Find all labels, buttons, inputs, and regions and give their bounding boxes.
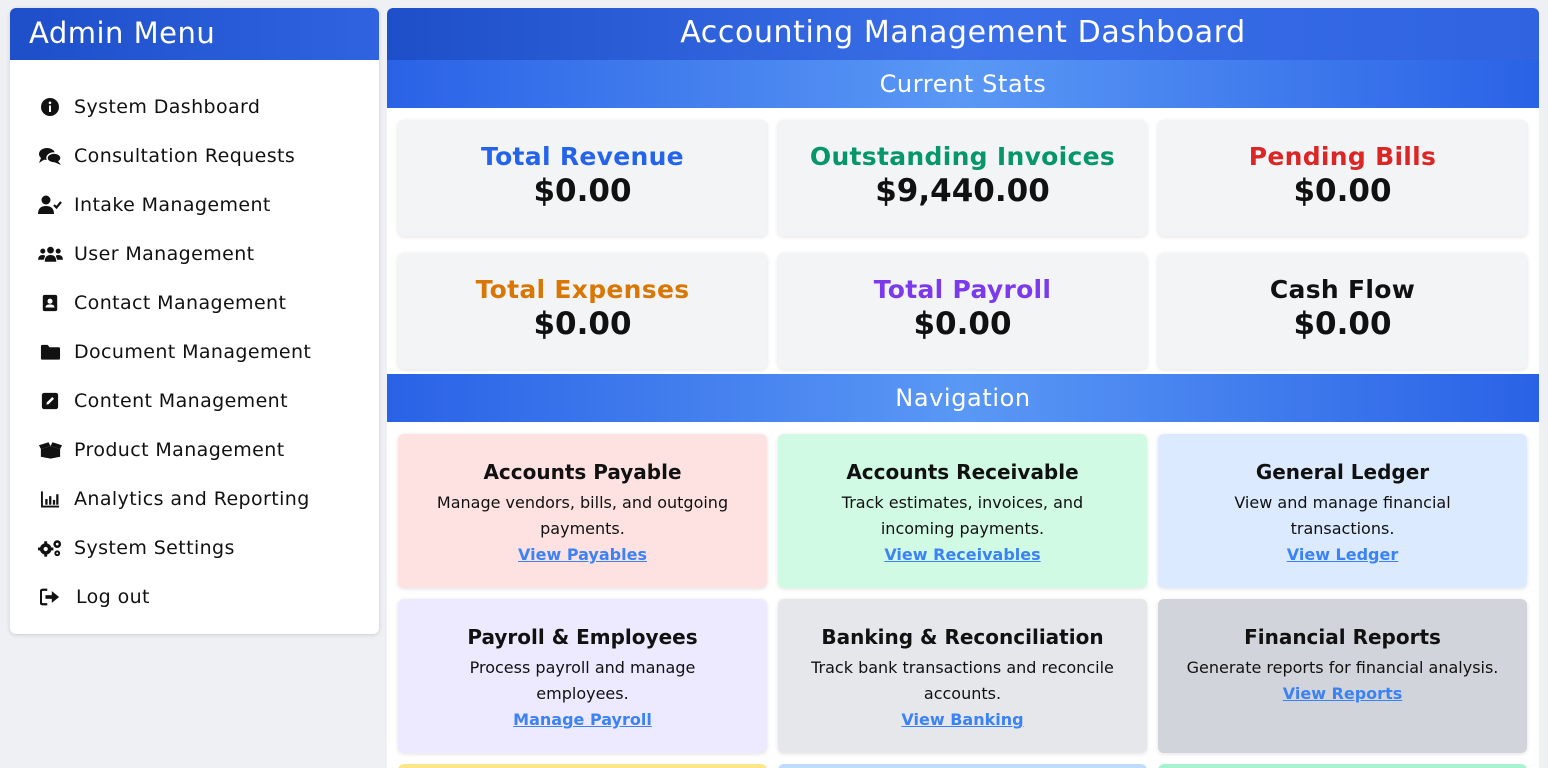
stat-card-pending-bills: Pending Bills $0.00: [1158, 120, 1527, 236]
partial-nav-card: [778, 764, 1147, 768]
sidebar-item-label: System Settings: [74, 536, 235, 559]
view-receivables-link[interactable]: View Receivables: [884, 542, 1040, 568]
view-ledger-link[interactable]: View Ledger: [1287, 542, 1398, 568]
stat-title: Total Payroll: [873, 275, 1052, 304]
info-circle-icon: [36, 96, 64, 118]
sidebar-item-label: Document Management: [74, 340, 312, 363]
sidebar-item-contact-management[interactable]: Contact Management: [10, 278, 379, 327]
nav-card-financial-reports: Financial Reports Generate reports for f…: [1158, 599, 1527, 753]
view-reports-link[interactable]: View Reports: [1283, 681, 1402, 707]
sidebar-item-label: Product Management: [74, 438, 285, 461]
partial-nav-card: [1158, 764, 1527, 768]
nav-card-title: Accounts Payable: [483, 460, 682, 484]
cogs-icon: [36, 537, 64, 559]
sidebar-item-label: System Dashboard: [74, 95, 261, 118]
user-check-icon: [36, 194, 64, 216]
navigation-grid: Accounts Payable Manage vendors, bills, …: [387, 422, 1539, 753]
nav-card-title: Financial Reports: [1244, 625, 1441, 649]
nav-card-description: Track bank transactions and reconcile ac…: [811, 658, 1114, 703]
nav-card-description: Generate reports for financial analysis.: [1186, 658, 1499, 677]
stat-value: $0.00: [913, 306, 1012, 342]
box-open-icon: [36, 439, 64, 461]
nav-card-description: Manage vendors, bills, and outgoing paym…: [436, 493, 729, 538]
sidebar-item-intake-management[interactable]: Intake Management: [10, 180, 379, 229]
nav-card-banking-reconciliation: Banking & Reconciliation Track bank tran…: [778, 599, 1147, 753]
stat-title: Total Expenses: [475, 275, 690, 304]
partial-nav-row: [387, 764, 1539, 768]
sidebar-item-analytics-and-reporting[interactable]: Analytics and Reporting: [10, 474, 379, 523]
sidebar-item-product-management[interactable]: Product Management: [10, 425, 379, 474]
stat-value: $0.00: [533, 173, 632, 209]
stat-card-cash-flow: Cash Flow $0.00: [1158, 253, 1527, 369]
sidebar-item-user-management[interactable]: User Management: [10, 229, 379, 278]
sidebar-item-label: User Management: [74, 242, 255, 265]
stat-card-total-revenue: Total Revenue $0.00: [398, 120, 767, 236]
nav-card-title: Payroll & Employees: [467, 625, 698, 649]
stat-title: Cash Flow: [1269, 275, 1416, 304]
address-book-icon: [36, 292, 64, 314]
stat-title: Total Revenue: [481, 142, 684, 171]
stat-value: $0.00: [533, 306, 632, 342]
nav-card-general-ledger: General Ledger View and manage financial…: [1158, 434, 1527, 588]
admin-sidebar: Admin Menu System Dashboard Consultation…: [10, 8, 379, 634]
manage-payroll-link[interactable]: Manage Payroll: [513, 707, 652, 733]
nav-card-description: Track estimates, invoices, and incoming …: [841, 493, 1084, 538]
view-banking-link[interactable]: View Banking: [901, 707, 1023, 733]
nav-card-title: General Ledger: [1255, 460, 1430, 484]
sidebar-item-content-management[interactable]: Content Management: [10, 376, 379, 425]
stat-value: $0.00: [1293, 173, 1392, 209]
sidebar-item-label: Consultation Requests: [74, 144, 296, 167]
stat-card-total-payroll: Total Payroll $0.00: [778, 253, 1147, 369]
sidebar-title: Admin Menu: [10, 8, 379, 60]
sidebar-item-label: Log out: [76, 585, 150, 608]
sidebar-item-label: Analytics and Reporting: [74, 487, 310, 510]
edit-icon: [36, 390, 64, 412]
sidebar-menu: System Dashboard Consultation Requests I…: [10, 60, 379, 621]
stat-card-total-expenses: Total Expenses $0.00: [398, 253, 767, 369]
page-title: Accounting Management Dashboard: [387, 8, 1539, 60]
sidebar-item-label: Contact Management: [74, 291, 287, 314]
stat-card-outstanding-invoices: Outstanding Invoices $9,440.00: [778, 120, 1147, 236]
partial-nav-card: [398, 764, 767, 768]
sidebar-item-system-settings[interactable]: System Settings: [10, 523, 379, 572]
view-payables-link[interactable]: View Payables: [518, 542, 647, 568]
stat-value: $0.00: [1293, 306, 1392, 342]
current-stats-heading: Current Stats: [387, 60, 1539, 108]
dashboard-main: Accounting Management Dashboard Current …: [387, 8, 1539, 768]
sidebar-item-consultation-requests[interactable]: Consultation Requests: [10, 131, 379, 180]
nav-card-payroll-employees: Payroll & Employees Process payroll and …: [398, 599, 767, 753]
stat-title: Outstanding Invoices: [809, 142, 1116, 171]
nav-card-title: Accounts Receivable: [846, 460, 1079, 484]
nav-card-accounts-payable: Accounts Payable Manage vendors, bills, …: [398, 434, 767, 588]
navigation-heading: Navigation: [387, 374, 1539, 422]
chart-bar-icon: [36, 488, 64, 510]
comments-icon: [36, 145, 64, 167]
stat-title: Pending Bills: [1248, 142, 1437, 171]
nav-card-description: View and manage financial transactions.: [1234, 493, 1451, 538]
sidebar-item-label: Content Management: [74, 389, 288, 412]
sidebar-item-system-dashboard[interactable]: System Dashboard: [10, 82, 379, 131]
nav-card-title: Banking & Reconciliation: [821, 625, 1104, 649]
sidebar-item-document-management[interactable]: Document Management: [10, 327, 379, 376]
sign-out-icon: [36, 586, 64, 608]
stat-value: $9,440.00: [875, 173, 1050, 209]
nav-card-description: Process payroll and manage employees.: [469, 658, 696, 703]
users-icon: [36, 243, 64, 265]
folder-icon: [36, 341, 64, 363]
nav-card-accounts-receivable: Accounts Receivable Track estimates, inv…: [778, 434, 1147, 588]
sidebar-item-label: Intake Management: [74, 193, 271, 216]
stats-grid: Total Revenue $0.00 Outstanding Invoices…: [387, 108, 1539, 374]
sidebar-item-log-out[interactable]: Log out: [10, 572, 379, 621]
